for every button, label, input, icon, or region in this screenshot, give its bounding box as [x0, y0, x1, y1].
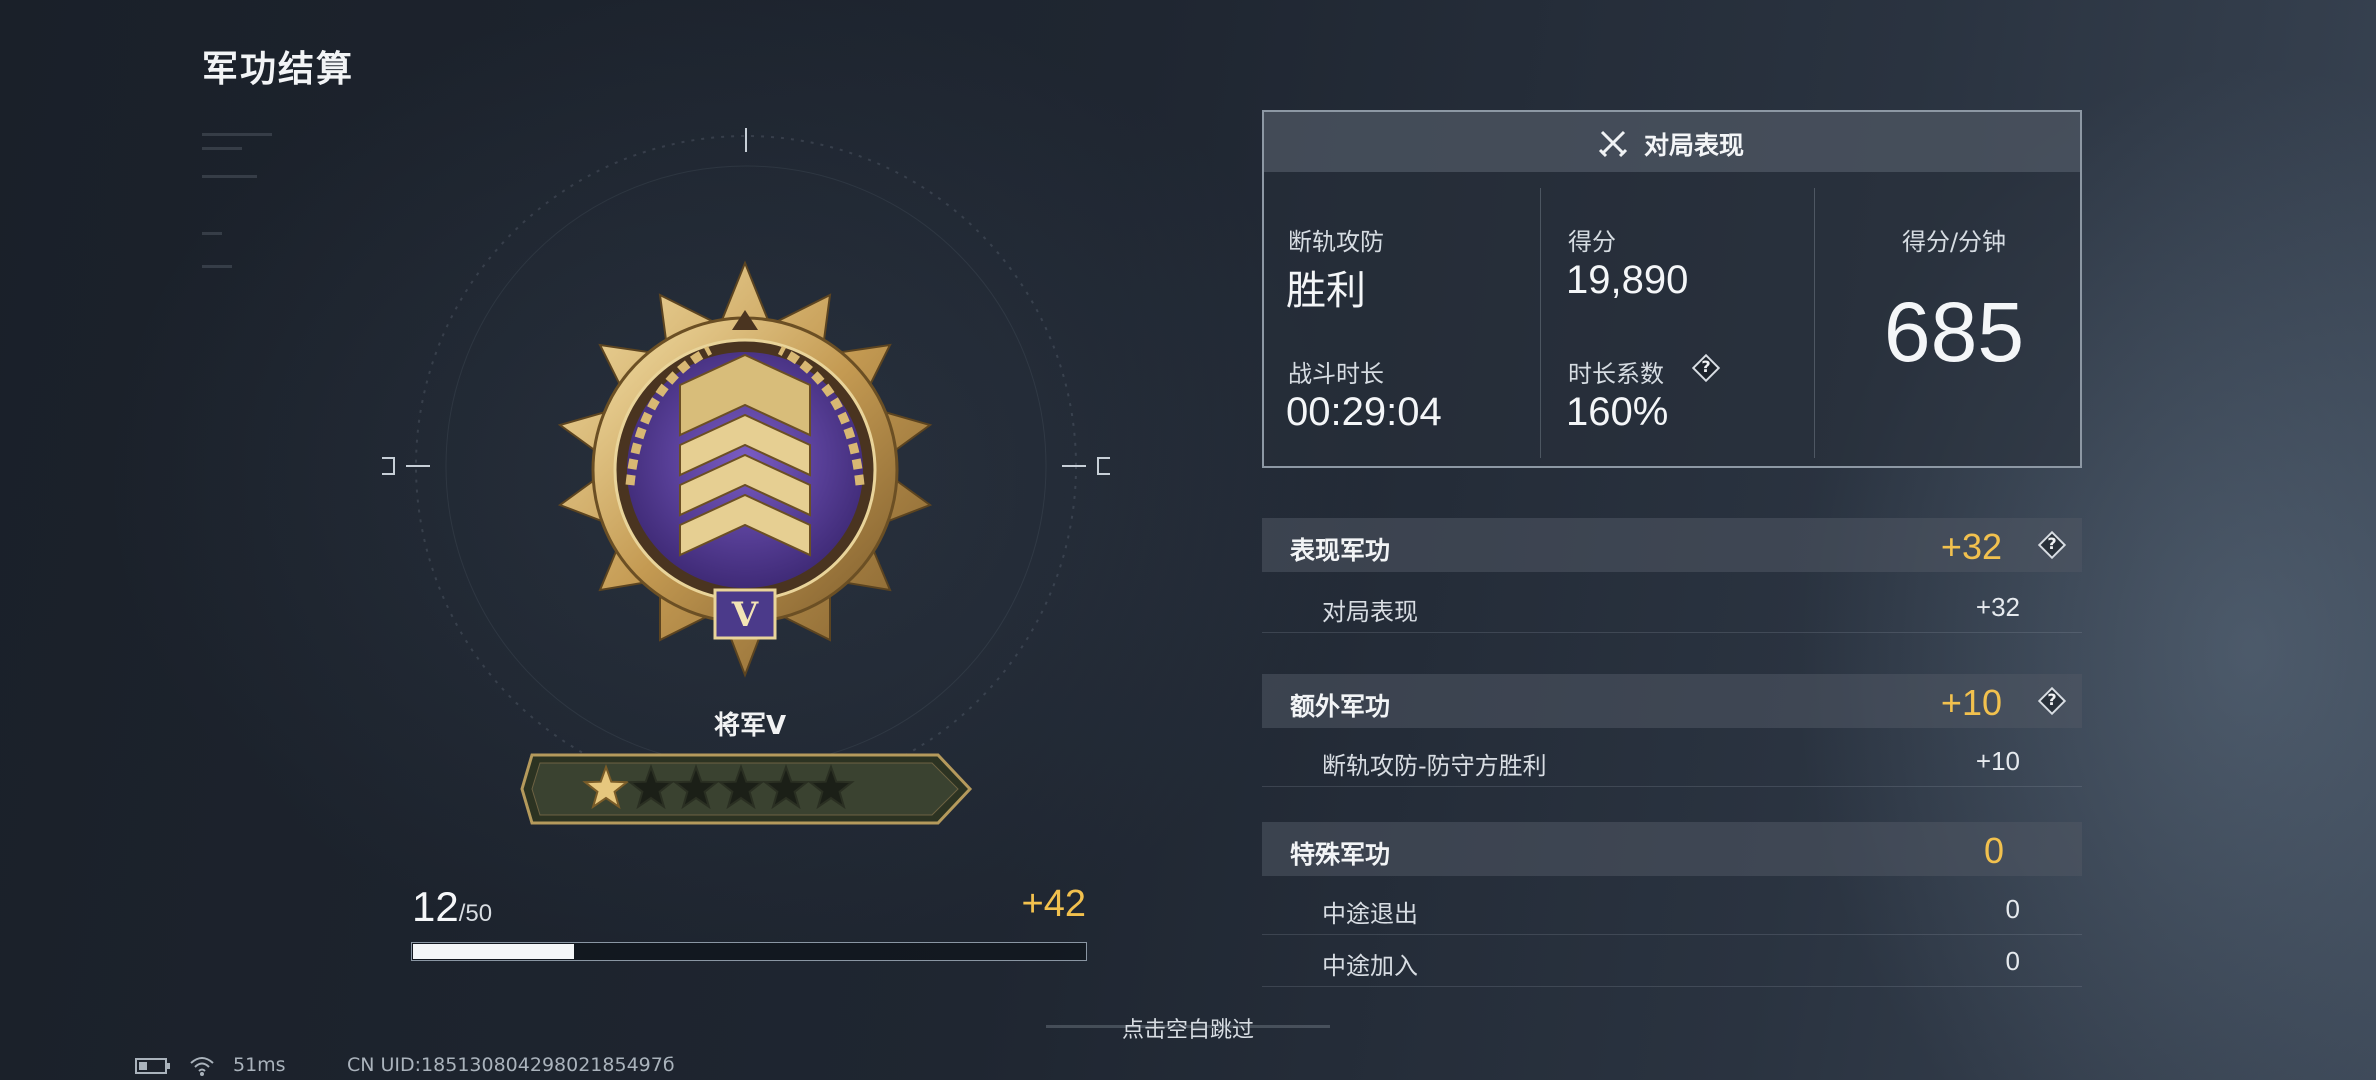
- row-label: 断轨攻防-防守方胜利: [1322, 752, 1547, 780]
- medal-roman-numeral: V: [731, 595, 759, 635]
- merit-gain: +42: [1021, 883, 1086, 925]
- section-title: 特殊军功: [1290, 840, 1391, 869]
- rank-star-plate: [520, 753, 973, 825]
- row-value: 0: [2005, 894, 2020, 924]
- row-value: 0: [2005, 946, 2020, 976]
- page-title: 军功结算: [202, 49, 355, 90]
- skip-text: 点击空白跳过: [1121, 1018, 1254, 1043]
- help-icon[interactable]: ?: [2037, 686, 2067, 716]
- row-label: 中途退出: [1322, 900, 1418, 928]
- merit-progress-text: 12/50: [412, 883, 492, 931]
- skip-hint[interactable]: 点击空白跳过: [1046, 1008, 1330, 1044]
- decorative-line: [202, 147, 242, 150]
- merit-progress-fill: [413, 944, 575, 959]
- score-label: 得分: [1568, 228, 1616, 256]
- decorative-line: [202, 175, 257, 178]
- decorative-line: [202, 265, 232, 268]
- help-glyph: ?: [2047, 534, 2057, 553]
- score-value: 19,890: [1566, 258, 1689, 302]
- merit-row: 中途加入 0: [1262, 934, 2082, 987]
- merit-section-special: 特殊军功 0: [1262, 822, 2082, 876]
- performance-panel: 对局表现 断轨攻防 胜利 战斗时长 00:29:04 得分 19,890 时长系…: [1262, 110, 2082, 468]
- help-icon[interactable]: ?: [2037, 530, 2067, 560]
- rank-medal-icon: V: [557, 260, 933, 678]
- merit-section-extra: 额外军功 +10 ?: [1262, 674, 2082, 728]
- decorative-line: [202, 133, 272, 136]
- duration-label: 战斗时长: [1288, 360, 1384, 388]
- spm-label: 得分/分钟: [1901, 228, 2007, 256]
- section-value: +32: [1940, 526, 2002, 567]
- row-label: 对局表现: [1322, 598, 1418, 626]
- row-value: +10: [1975, 746, 2020, 776]
- wifi-icon: [190, 1057, 214, 1076]
- divider: [1540, 188, 1541, 458]
- ping-text: 51ms: [233, 1054, 286, 1076]
- section-value: +10: [1940, 682, 2002, 723]
- decorative-line: [202, 232, 222, 235]
- swords-icon: [1598, 130, 1628, 158]
- section-value: 0: [1983, 830, 2004, 871]
- merit-row: 中途退出 0: [1262, 882, 2082, 935]
- merit-row: 断轨攻防-防守方胜利 +10: [1262, 734, 2082, 787]
- divider: [1814, 188, 1815, 458]
- time-factor-help-icon[interactable]: ?: [1691, 353, 1721, 383]
- merit-row: 对局表现 +32: [1262, 580, 2082, 633]
- performance-header: 对局表现: [1264, 112, 2080, 172]
- duration-value: 00:29:04: [1286, 390, 1442, 434]
- help-glyph: ?: [2047, 690, 2057, 709]
- battery-icon: [135, 1058, 170, 1074]
- spm-value: 685: [1883, 285, 2025, 379]
- time-factor-value: 160%: [1566, 390, 1669, 434]
- rank-name: 将军V: [713, 711, 787, 741]
- performance-title: 对局表现: [1644, 131, 1745, 160]
- match-result: 胜利: [1286, 269, 1366, 313]
- mode-label: 断轨攻防: [1288, 228, 1384, 256]
- merit-total: /50: [458, 900, 493, 927]
- uid-text: CN UID:18513080429802185497б: [347, 1054, 675, 1076]
- section-title: 额外军功: [1290, 692, 1391, 721]
- help-glyph: ?: [1701, 357, 1711, 376]
- row-label: 中途加入: [1322, 952, 1418, 980]
- merit-current: 12: [412, 883, 459, 930]
- merit-section-performance: 表现军功 +32 ?: [1262, 518, 2082, 572]
- time-factor-label: 时长系数: [1568, 360, 1664, 388]
- merit-progress-bar: [411, 942, 1087, 961]
- row-value: +32: [1975, 592, 2020, 622]
- section-title: 表现军功: [1290, 536, 1391, 565]
